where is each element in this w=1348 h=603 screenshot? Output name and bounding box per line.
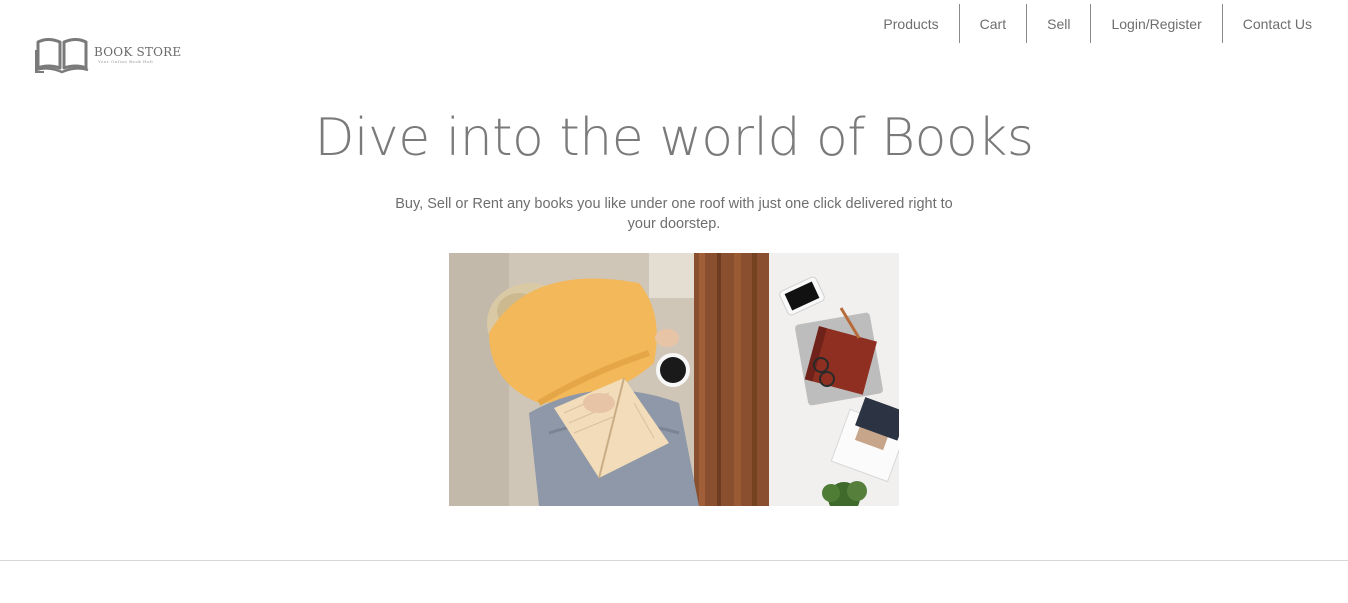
nav-item-sell[interactable]: Sell xyxy=(1026,4,1090,43)
page: BOOK STORE Your Online Book Hub Products… xyxy=(0,0,1348,603)
hero-subtitle: Buy, Sell or Rent any books you like und… xyxy=(395,196,953,232)
open-book-icon xyxy=(35,38,89,74)
nav-item-cart[interactable]: Cart xyxy=(958,4,1026,43)
logo[interactable]: BOOK STORE Your Online Book Hub xyxy=(34,36,181,74)
nav-item-login-register[interactable]: Login/Register xyxy=(1090,4,1221,43)
logo-title: BOOK STORE xyxy=(94,45,182,59)
hero-image xyxy=(449,253,899,506)
hero-title: Dive into the world of Books xyxy=(314,108,1034,168)
divider xyxy=(0,560,1348,561)
nav-item-contact-us[interactable]: Contact Us xyxy=(1221,4,1332,43)
main-nav: Products Cart Sell Login/Register Contac… xyxy=(863,4,1332,43)
logo-tagline: Your Online Book Hub xyxy=(98,59,154,64)
nav-item-products[interactable]: Products xyxy=(863,4,958,43)
